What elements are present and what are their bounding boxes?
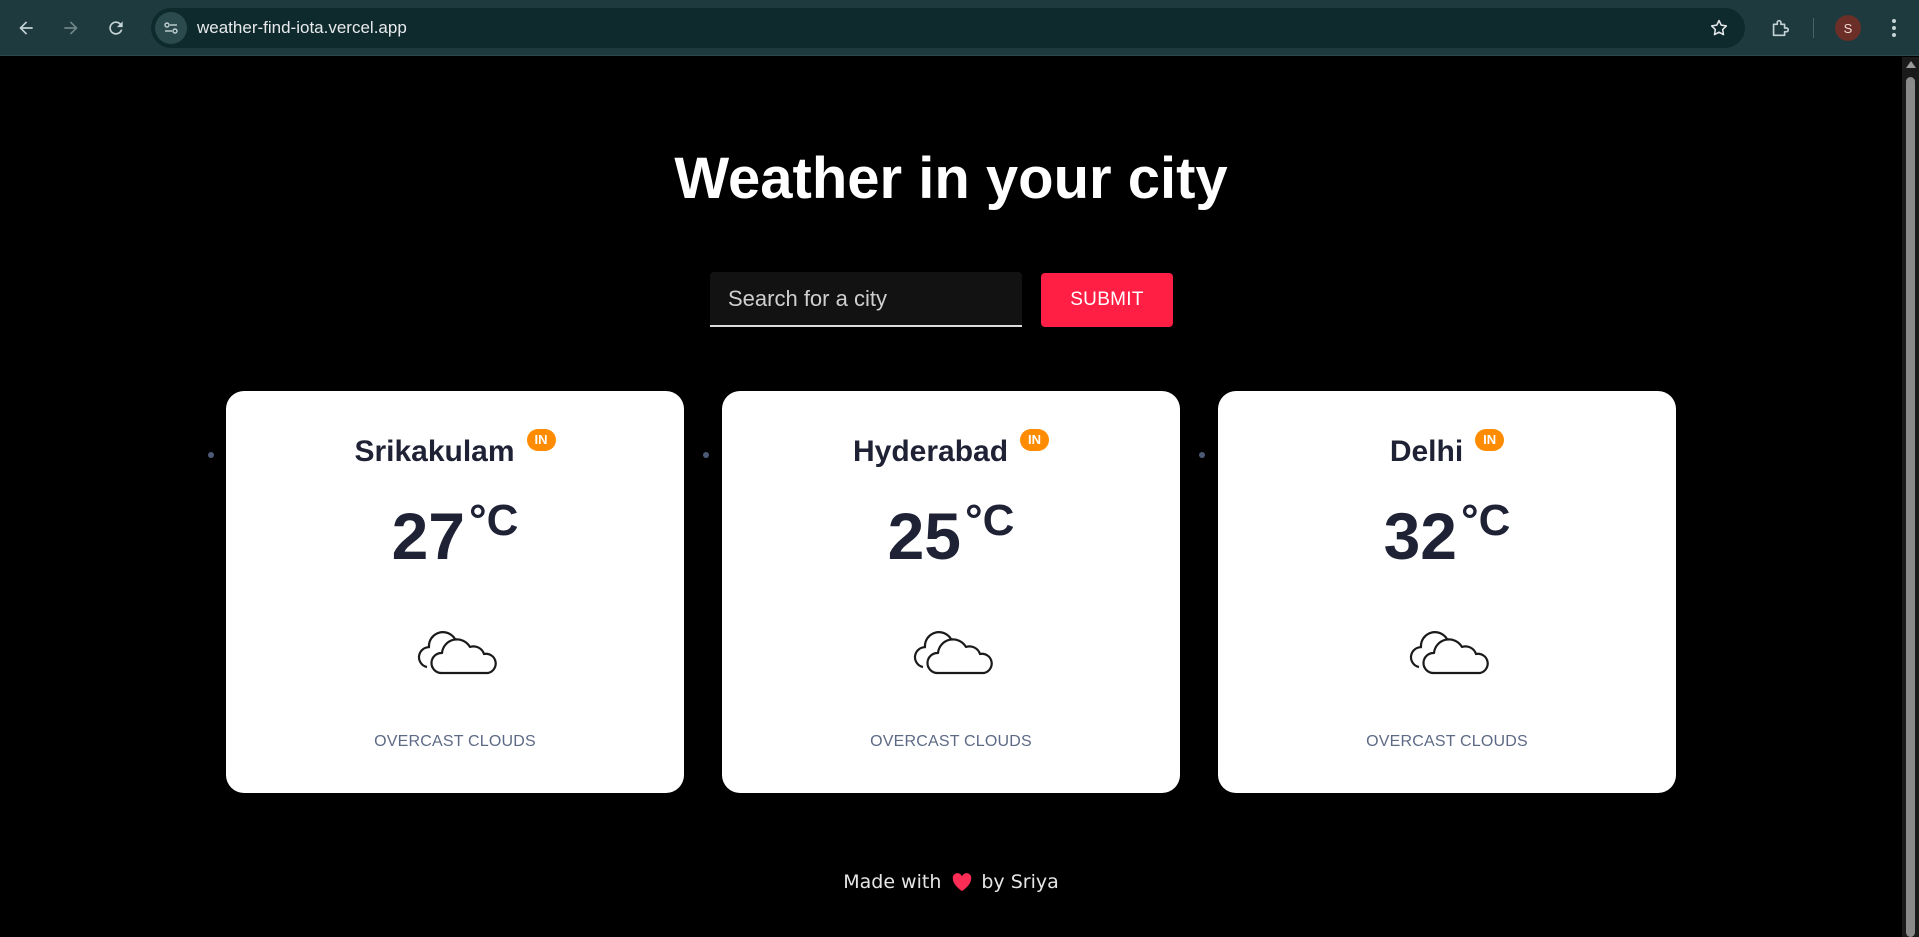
weather-card: Hyderabad IN 25 °C OVERCAST CLOUDS	[722, 391, 1180, 793]
city-row: Delhi IN	[1218, 429, 1676, 469]
temperature-unit: °C	[965, 496, 1015, 545]
card-dot	[703, 452, 709, 458]
city-name: Delhi	[1389, 435, 1464, 468]
scrollbar[interactable]	[1902, 57, 1919, 937]
country-badge: IN	[526, 429, 556, 451]
forward-button[interactable]	[53, 10, 89, 46]
temperature: 25 °C	[722, 496, 1180, 574]
footer-prefix: Made with	[843, 871, 942, 893]
cloud-icon	[1409, 631, 1489, 675]
page-title: Weather in your city	[674, 146, 1228, 211]
url-text[interactable]: weather-find-iota.vercel.app	[197, 18, 407, 38]
city-name: Srikakulam	[354, 435, 515, 468]
search-container	[710, 272, 1022, 327]
star-icon	[1710, 19, 1728, 36]
weather-description: OVERCAST CLOUDS	[870, 733, 1032, 750]
weather-card: Srikakulam IN 27 °C OVERCAST CLOUDS	[226, 391, 684, 793]
bookmark-button[interactable]	[1705, 14, 1733, 42]
temperature: 32 °C	[1218, 496, 1676, 574]
site-info-icon	[164, 22, 178, 34]
temperature-value: 32	[1383, 499, 1458, 573]
weather-description: OVERCAST CLOUDS	[1366, 733, 1528, 750]
footer-suffix: by Sriya	[981, 871, 1059, 893]
cloud-icon	[417, 631, 497, 675]
back-icon	[19, 21, 33, 35]
profile-avatar[interactable]: S	[1835, 15, 1861, 41]
temperature-unit: °C	[469, 496, 519, 545]
weather-card: Delhi IN 32 °C OVERCAST CLOUDS	[1218, 391, 1676, 793]
search-input[interactable]	[710, 272, 1022, 327]
scroll-up-arrow-icon[interactable]	[1906, 61, 1916, 68]
scrollbar-thumb[interactable]	[1906, 77, 1915, 937]
country-badge: IN	[1475, 429, 1505, 451]
temperature-value: 25	[887, 499, 962, 573]
heart-icon	[951, 872, 973, 892]
temperature-unit: °C	[1461, 496, 1511, 545]
site-info-button[interactable]	[155, 12, 187, 44]
card-dot	[208, 452, 214, 458]
city-name: Hyderabad	[852, 435, 1009, 468]
extensions-button[interactable]	[1764, 12, 1796, 44]
page: Weather in your city SUBMIT Srikakulam I…	[0, 57, 1902, 937]
browser-toolbar: weather-find-iota.vercel.app S	[0, 0, 1919, 56]
temperature: 27 °C	[226, 496, 684, 574]
more-menu-button[interactable]	[1880, 12, 1908, 44]
weather-description: OVERCAST CLOUDS	[374, 733, 536, 750]
temperature-value: 27	[391, 499, 466, 573]
back-button[interactable]	[8, 10, 44, 46]
city-row: Srikakulam IN	[226, 429, 684, 469]
card-dot	[1199, 452, 1205, 458]
toolbar-divider	[1813, 18, 1814, 38]
country-badge: IN	[1020, 429, 1050, 451]
submit-button[interactable]: SUBMIT	[1041, 273, 1173, 327]
footer: Made with by Sriya	[0, 871, 1902, 893]
more-menu-icon	[1892, 19, 1896, 37]
extensions-icon	[1772, 19, 1790, 37]
city-row: Hyderabad IN	[722, 429, 1180, 469]
cloud-icon	[913, 631, 993, 675]
reload-icon	[109, 21, 123, 35]
reload-button[interactable]	[98, 10, 134, 46]
address-bar[interactable]: weather-find-iota.vercel.app	[151, 8, 1745, 48]
forward-icon	[64, 21, 78, 35]
